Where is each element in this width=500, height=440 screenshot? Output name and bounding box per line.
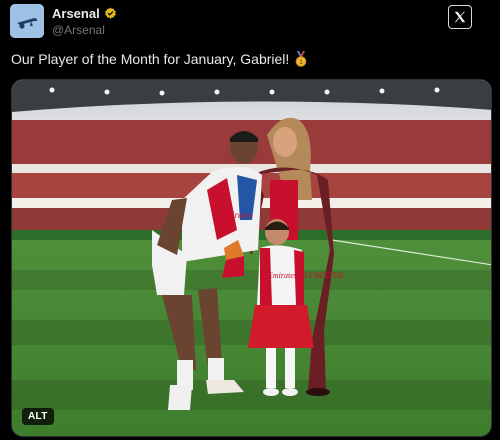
verified-badge-icon <box>104 7 116 19</box>
tweet-text: Our Player of the Month for January, Gab… <box>11 51 308 67</box>
display-name[interactable]: Arsenal <box>52 6 100 21</box>
alt-text-badge[interactable]: ALT <box>22 408 54 425</box>
tweet-text-content: Our Player of the Month for January, Gab… <box>11 51 290 67</box>
player-shirt-text: Emirates <box>219 210 253 220</box>
child-shirt-text: Emirates FLY BETTER <box>267 271 343 280</box>
avatar[interactable] <box>10 4 44 38</box>
name-row: Arsenal <box>52 6 117 21</box>
gold-medal-icon: 1 <box>296 51 307 67</box>
x-logo-icon[interactable] <box>448 5 472 29</box>
stadium-photo: Emirates Emirates FLY BETTER <box>12 80 491 436</box>
x-glyph-icon <box>454 11 466 23</box>
account-handle[interactable]: @Arsenal <box>52 23 105 37</box>
tweet-photo[interactable]: Emirates Emirates FLY BETTER <box>11 79 492 437</box>
tweet-header: Arsenal @Arsenal <box>10 3 490 39</box>
cannon-logo-icon <box>10 4 44 38</box>
